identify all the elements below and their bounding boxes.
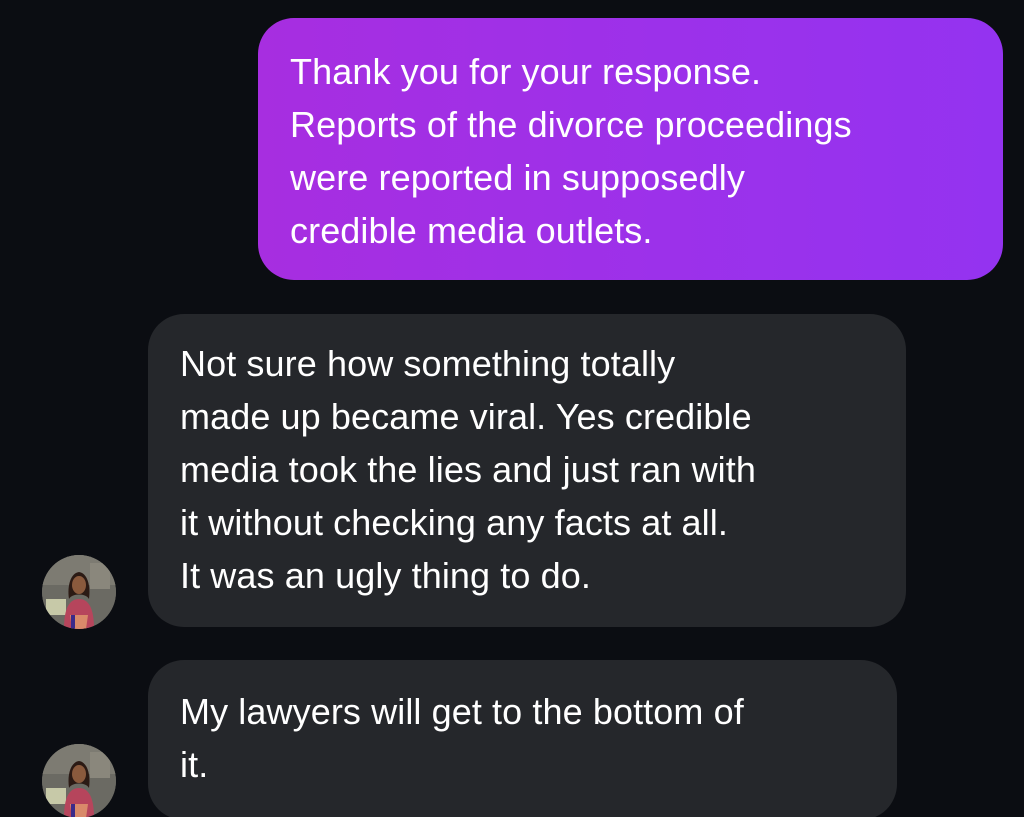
contact-avatar-icon[interactable] (42, 555, 116, 629)
received-message-bubble[interactable]: My lawyers will get to the bottom of it. (148, 660, 897, 817)
contact-avatar-icon[interactable] (42, 744, 116, 817)
received-message-bubble[interactable]: Not sure how something totally made up b… (148, 314, 906, 627)
sent-message-bubble[interactable]: Thank you for your response. Reports of … (258, 18, 1003, 280)
